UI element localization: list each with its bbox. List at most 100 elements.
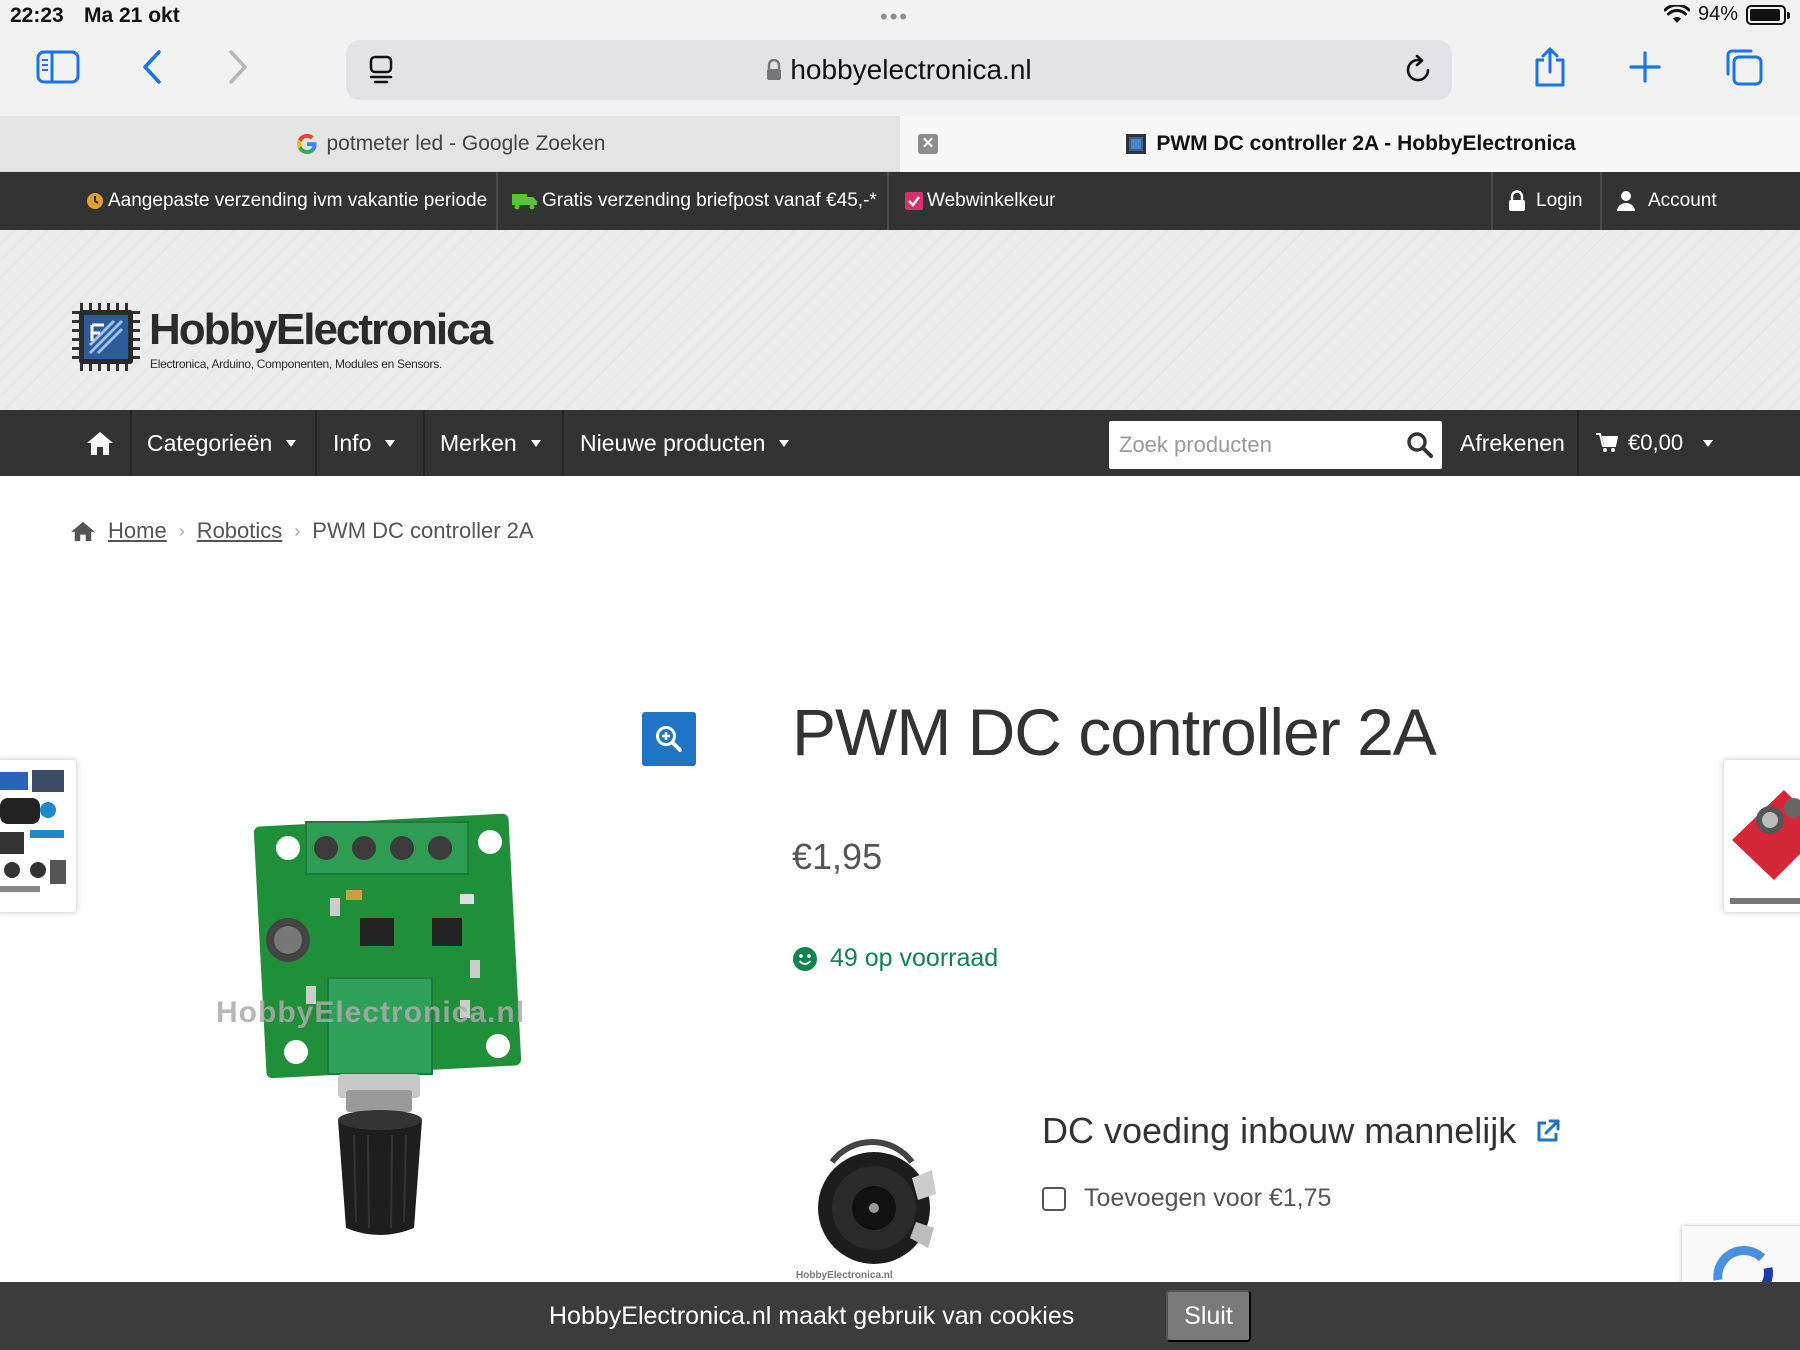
cookie-bar: HobbyElectronica.nl maakt gebruik van co…: [0, 1282, 1800, 1350]
divider: [496, 172, 498, 230]
notice-shipping-holiday[interactable]: Aangepaste verzending ivm vakantie perio…: [86, 172, 487, 230]
notice-text: Gratis verzending briefpost vanaf €45,-*: [542, 190, 877, 211]
next-product-thumbnail[interactable]: [1724, 760, 1800, 912]
battery-percent: 94%: [1697, 3, 1738, 25]
notice-text: Aangepaste verzending ivm vakantie perio…: [108, 190, 488, 211]
divider: [130, 410, 132, 476]
lock-icon: [1509, 190, 1525, 211]
status-right: 94%: [1663, 3, 1790, 26]
divider: [1600, 172, 1602, 230]
main-nav: Categorieën Info Merken Nieuwe producten…: [0, 410, 1800, 476]
status-bar: 22:23 Ma 21 okt ••• 94%: [0, 0, 1800, 32]
notice-text: Webwinkelkeur: [927, 190, 1056, 211]
breadcrumb: Home › Robotics › PWM DC controller 2A: [70, 518, 534, 544]
google-icon: [296, 133, 317, 154]
smiley-icon: [793, 946, 817, 971]
user-icon: [1617, 191, 1635, 211]
addon-checkbox[interactable]: [1042, 1186, 1066, 1211]
forward-icon[interactable]: [210, 42, 266, 92]
addon-watermark: HobbyElectronica.nl: [796, 1270, 893, 1281]
account-label: Account: [1648, 190, 1717, 211]
zoom-image-button[interactable]: [642, 712, 696, 766]
cart-total: €0,00: [1628, 430, 1684, 455]
login-label: Login: [1536, 190, 1583, 211]
tab-title: potmeter led - Google Zoeken: [326, 131, 606, 155]
nav-nieuwe-producten[interactable]: Nieuwe producten: [580, 410, 790, 476]
tab-title: PWM DC controller 2A - HobbyElectronica: [1156, 132, 1576, 155]
nav-merken[interactable]: Merken: [440, 410, 541, 476]
nav-label: Info: [333, 429, 372, 456]
address-bar[interactable]: hobbyelectronica.nl: [346, 40, 1452, 100]
account-link[interactable]: Account: [1616, 172, 1717, 230]
new-tab-icon[interactable]: [1617, 42, 1673, 92]
close-tab-icon[interactable]: ✕: [918, 134, 938, 154]
caret-down-icon: [286, 439, 297, 447]
divider: [423, 410, 425, 476]
cart-button[interactable]: €0,00: [1596, 410, 1714, 476]
nav-label: Nieuwe producten: [580, 429, 766, 456]
caret-down-icon: [779, 439, 790, 447]
check-square-icon: [905, 192, 923, 210]
checkout-link[interactable]: Afrekenen: [1460, 410, 1565, 476]
breadcrumb-current: PWM DC controller 2A: [312, 518, 534, 543]
sidebar-icon[interactable]: [30, 42, 86, 92]
home-icon: [71, 521, 95, 542]
product-search: [1109, 421, 1442, 469]
tab-hobbyelectronica[interactable]: ✕ PWM DC controller 2A - HobbyElectronic…: [900, 116, 1800, 172]
status-date: Ma 21 okt: [84, 4, 180, 27]
chevron-right-icon: ›: [178, 520, 185, 541]
addon-option-label: Toevoegen voor €1,75: [1084, 1184, 1332, 1212]
divider: [1577, 410, 1579, 476]
divider: [1491, 172, 1493, 230]
chip-logo-icon: [72, 303, 140, 371]
stock-text: 49 op voorraad: [830, 944, 999, 972]
wifi-icon: [1663, 4, 1690, 23]
site-header: HobbyElectronica Electronica, Arduino, C…: [0, 230, 1800, 410]
breadcrumb-home[interactable]: Home: [108, 518, 167, 544]
reload-icon[interactable]: [1404, 53, 1434, 90]
url-text: hobbyelectronica.nl: [790, 54, 1032, 85]
logo-name: HobbyElectronica: [149, 305, 493, 354]
divider: [562, 410, 564, 476]
url-field[interactable]: hobbyelectronica.nl: [346, 54, 1452, 88]
caret-down-icon: [385, 439, 396, 447]
addon-title-text: DC voeding inbouw mannelijk: [1042, 1110, 1517, 1151]
cookie-text: HobbyElectronica.nl maakt gebruik van co…: [549, 1302, 1075, 1330]
back-icon[interactable]: [124, 42, 180, 92]
nav-info[interactable]: Info: [333, 410, 396, 476]
search-icon[interactable]: [1406, 431, 1434, 465]
addon-title[interactable]: DC voeding inbouw mannelijk: [1042, 1110, 1562, 1152]
addon-product-image[interactable]: [792, 1118, 952, 1278]
share-icon[interactable]: [1522, 42, 1578, 92]
cookie-close-button[interactable]: Sluit: [1166, 1290, 1251, 1342]
addon-option[interactable]: Toevoegen voor €1,75: [1042, 1184, 1331, 1213]
multitasking-dots-icon[interactable]: •••: [880, 4, 909, 30]
prev-product-thumbnail[interactable]: [0, 760, 76, 912]
logo-tagline: Electronica, Arduino, Componenten, Modul…: [150, 357, 442, 371]
battery-icon: [1746, 4, 1790, 25]
caret-down-icon: [530, 439, 541, 447]
tabs-overview-icon[interactable]: [1716, 42, 1772, 92]
tab-google-search[interactable]: potmeter led - Google Zoeken: [0, 116, 900, 172]
truck-icon: [512, 194, 537, 210]
breadcrumb-category[interactable]: Robotics: [197, 518, 283, 544]
notice-webwinkelkeur[interactable]: Webwinkelkeur: [905, 172, 1055, 230]
checkout-label: Afrekenen: [1460, 429, 1565, 456]
site-logo[interactable]: HobbyElectronica Electronica, Arduino, C…: [70, 301, 493, 373]
external-link-icon[interactable]: [1534, 1117, 1562, 1145]
search-input[interactable]: [1109, 421, 1399, 469]
status-time: 22:23: [10, 4, 64, 27]
stock-status: 49 op voorraad: [792, 944, 998, 973]
divider: [315, 410, 317, 476]
cart-icon: [1596, 433, 1618, 452]
nav-categorieen[interactable]: Categorieën: [147, 410, 297, 476]
battery-level: [1750, 8, 1781, 21]
caret-down-icon: [1703, 439, 1714, 447]
product-price: €1,95: [792, 836, 883, 877]
notice-free-shipping[interactable]: Gratis verzending briefpost vanaf €45,-*: [512, 172, 877, 230]
browser-toolbar: hobbyelectronica.nl: [0, 32, 1800, 116]
divider: [887, 172, 889, 230]
nav-label: Merken: [440, 429, 517, 456]
login-link[interactable]: Login: [1508, 172, 1583, 230]
home-icon[interactable]: [70, 410, 130, 476]
